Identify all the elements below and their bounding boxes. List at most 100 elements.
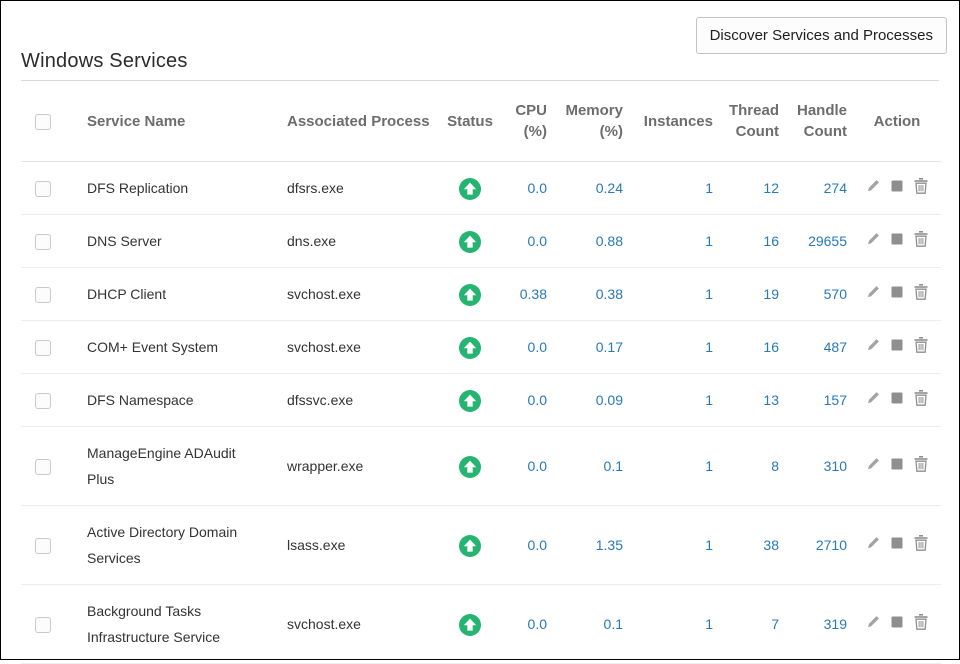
row-actions bbox=[866, 284, 928, 300]
status-cell bbox=[439, 268, 501, 321]
memory-cell: 0.88 bbox=[553, 215, 629, 268]
cpu-cell: 0.0 bbox=[501, 162, 553, 215]
cpu-cell: 0.0 bbox=[501, 506, 553, 585]
delete-icon[interactable] bbox=[914, 337, 928, 353]
row-checkbox-cell bbox=[21, 585, 67, 664]
stop-icon[interactable] bbox=[891, 616, 903, 628]
select-all-checkbox[interactable] bbox=[35, 114, 51, 130]
row-checkbox[interactable] bbox=[35, 234, 51, 250]
handle-count-cell: 487 bbox=[785, 321, 853, 374]
stop-icon[interactable] bbox=[891, 392, 903, 404]
column-header-associated-process: Associated Process bbox=[267, 81, 439, 162]
delete-icon[interactable] bbox=[914, 456, 928, 472]
row-checkbox[interactable] bbox=[35, 617, 51, 633]
delete-icon[interactable] bbox=[914, 390, 928, 406]
stop-icon[interactable] bbox=[891, 233, 903, 245]
delete-icon[interactable] bbox=[914, 178, 928, 194]
service-name-cell: DFS Replication bbox=[67, 162, 267, 215]
instances-cell: 1 bbox=[629, 321, 719, 374]
edit-icon[interactable] bbox=[866, 285, 880, 299]
service-name-cell: DFS Namespace bbox=[67, 374, 267, 427]
handle-count-cell: 157 bbox=[785, 374, 853, 427]
row-checkbox-cell bbox=[21, 268, 67, 321]
action-cell bbox=[853, 374, 941, 427]
stop-icon[interactable] bbox=[891, 286, 903, 298]
row-checkbox[interactable] bbox=[35, 538, 51, 554]
thread-count-cell: 7 bbox=[719, 585, 785, 664]
table-header-row: Service Name Associated Process Status C… bbox=[21, 81, 941, 162]
instances-cell: 1 bbox=[629, 268, 719, 321]
row-checkbox[interactable] bbox=[35, 340, 51, 356]
thread-count-cell: 8 bbox=[719, 427, 785, 506]
delete-icon[interactable] bbox=[914, 614, 928, 630]
row-checkbox[interactable] bbox=[35, 459, 51, 475]
column-header-action: Action bbox=[853, 81, 941, 162]
discover-services-button[interactable]: Discover Services and Processes bbox=[696, 17, 947, 54]
row-actions bbox=[866, 456, 928, 472]
services-table: Service Name Associated Process Status C… bbox=[21, 81, 941, 664]
status-up-icon bbox=[459, 614, 481, 636]
associated-process-cell: dns.exe bbox=[267, 215, 439, 268]
table-row: Active Directory Domain Services lsass.e… bbox=[21, 506, 941, 585]
column-header-handle-count: Handle Count bbox=[785, 81, 853, 162]
instances-cell: 1 bbox=[629, 506, 719, 585]
row-checkbox[interactable] bbox=[35, 181, 51, 197]
column-header-cpu: CPU (%) bbox=[501, 81, 553, 162]
edit-icon[interactable] bbox=[866, 536, 880, 550]
edit-icon[interactable] bbox=[866, 179, 880, 193]
edit-icon[interactable] bbox=[866, 391, 880, 405]
row-checkbox-cell bbox=[21, 427, 67, 506]
handle-count-cell: 2710 bbox=[785, 506, 853, 585]
status-cell bbox=[439, 506, 501, 585]
row-checkbox[interactable] bbox=[35, 393, 51, 409]
edit-icon[interactable] bbox=[866, 338, 880, 352]
thread-count-cell: 13 bbox=[719, 374, 785, 427]
panel-header: Discover Services and Processes Windows … bbox=[21, 1, 939, 81]
handle-count-cell: 274 bbox=[785, 162, 853, 215]
cpu-cell: 0.38 bbox=[501, 268, 553, 321]
delete-icon[interactable] bbox=[914, 535, 928, 551]
thread-count-cell: 16 bbox=[719, 321, 785, 374]
service-name-cell: DNS Server bbox=[67, 215, 267, 268]
stop-icon[interactable] bbox=[891, 180, 903, 192]
status-up-icon bbox=[459, 284, 481, 306]
associated-process-cell: wrapper.exe bbox=[267, 427, 439, 506]
cpu-cell: 0.0 bbox=[501, 321, 553, 374]
column-header-instances: Instances bbox=[629, 81, 719, 162]
stop-icon[interactable] bbox=[891, 537, 903, 549]
column-header-service-name: Service Name bbox=[67, 81, 267, 162]
status-up-icon bbox=[459, 337, 481, 359]
delete-icon[interactable] bbox=[914, 284, 928, 300]
thread-count-cell: 16 bbox=[719, 215, 785, 268]
page-title: Windows Services bbox=[21, 50, 188, 73]
stop-icon[interactable] bbox=[891, 458, 903, 470]
memory-cell: 1.35 bbox=[553, 506, 629, 585]
column-header-status: Status bbox=[439, 81, 501, 162]
table-row: Background Tasks Infrastructure Service … bbox=[21, 585, 941, 664]
windows-services-panel: Discover Services and Processes Windows … bbox=[1, 1, 959, 659]
row-checkbox-cell bbox=[21, 215, 67, 268]
action-cell bbox=[853, 162, 941, 215]
table-row: DNS Server dns.exe 0.0 0.88 1 16 29655 bbox=[21, 215, 941, 268]
row-checkbox-cell bbox=[21, 321, 67, 374]
row-actions bbox=[866, 614, 928, 630]
action-cell bbox=[853, 268, 941, 321]
associated-process-cell: svchost.exe bbox=[267, 321, 439, 374]
cpu-cell: 0.0 bbox=[501, 585, 553, 664]
status-cell bbox=[439, 427, 501, 506]
handle-count-cell: 570 bbox=[785, 268, 853, 321]
row-checkbox[interactable] bbox=[35, 287, 51, 303]
service-name-cell: Active Directory Domain Services bbox=[67, 506, 267, 585]
status-up-icon bbox=[459, 231, 481, 253]
status-up-icon bbox=[459, 535, 481, 557]
edit-icon[interactable] bbox=[866, 232, 880, 246]
status-up-icon bbox=[459, 390, 481, 412]
service-name-cell: Background Tasks Infrastructure Service bbox=[67, 585, 267, 664]
delete-icon[interactable] bbox=[914, 231, 928, 247]
memory-cell: 0.1 bbox=[553, 427, 629, 506]
edit-icon[interactable] bbox=[866, 615, 880, 629]
status-cell bbox=[439, 162, 501, 215]
instances-cell: 1 bbox=[629, 374, 719, 427]
edit-icon[interactable] bbox=[866, 457, 880, 471]
stop-icon[interactable] bbox=[891, 339, 903, 351]
